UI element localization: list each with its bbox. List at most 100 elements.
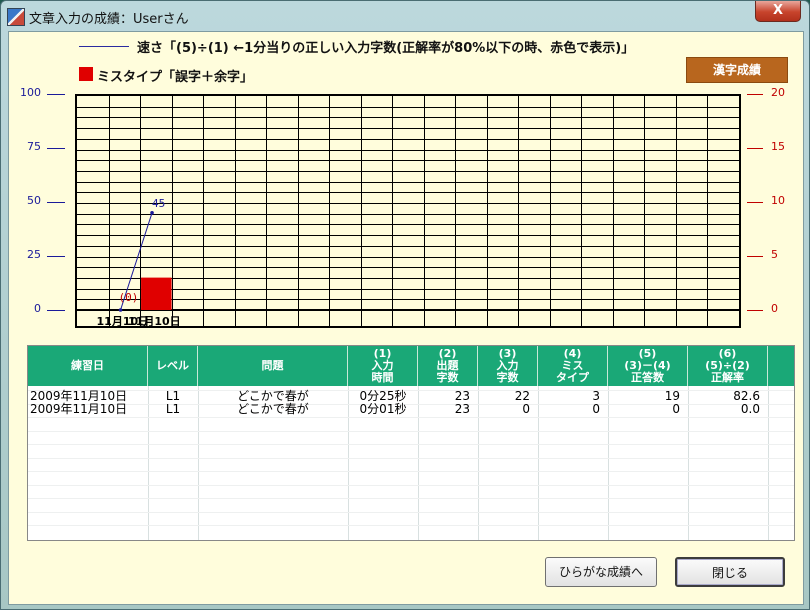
grid-line-h bbox=[77, 117, 739, 119]
column-header[interactable]: (6) (5)÷(2) 正解率 bbox=[688, 346, 768, 386]
column-header[interactable]: 問題 bbox=[198, 346, 348, 386]
y-left-tick-label: 25 bbox=[27, 248, 41, 261]
column-header[interactable]: (5) (3)－(4) 正答数 bbox=[608, 346, 688, 386]
y-left-tick bbox=[47, 94, 65, 95]
grid-line-v bbox=[549, 311, 551, 326]
table-row[interactable]: 2009年11月10日 L1 どこかで春が 0分01秒 23 0 0 0 0.0 bbox=[28, 403, 794, 416]
table-cell: 0 bbox=[592, 402, 600, 416]
y-right-tick bbox=[747, 148, 763, 149]
y-left-tick bbox=[47, 256, 65, 257]
column-header[interactable]: 練習日 bbox=[28, 346, 148, 386]
grid-line-h bbox=[77, 256, 739, 258]
grid-line-v bbox=[329, 96, 331, 309]
row-divider bbox=[28, 430, 794, 432]
app-icon bbox=[7, 8, 25, 26]
grid-line-v bbox=[486, 311, 488, 326]
grid-line-h bbox=[77, 288, 739, 290]
y-right-tick-label: 5 bbox=[771, 248, 778, 261]
grid-line-v bbox=[455, 96, 457, 309]
table-cell: 23 bbox=[454, 402, 470, 416]
row-divider bbox=[28, 511, 794, 513]
grid-line-h bbox=[77, 170, 739, 172]
grid-line-v bbox=[297, 311, 299, 326]
column-header-text: (5) (3)－(4) 正答数 bbox=[624, 347, 671, 384]
grid-line-v bbox=[675, 96, 677, 309]
column-header-text: レベル bbox=[156, 359, 189, 372]
grid-line-h bbox=[77, 267, 739, 269]
grid-line-v bbox=[140, 96, 142, 309]
table-header: 練習日 レベル 問題 (1) 入力 時間 (2) 出題 字数 (3) 入力 字数 (4) ミ… bbox=[28, 346, 794, 386]
column-header-text: (3) 入力 字数 bbox=[496, 347, 519, 384]
row-divider bbox=[28, 525, 794, 526]
miss-legend-text: ミスタイプ「誤字＋余字」 bbox=[97, 70, 254, 85]
title-bar[interactable]: 文章入力の成績：Userさん X bbox=[1, 1, 809, 31]
grid-line-v bbox=[455, 311, 457, 326]
y-right-tick-label: 15 bbox=[771, 140, 785, 153]
column-header[interactable]: (4) ミス タイプ bbox=[538, 346, 608, 386]
column-header[interactable]: (3) 入力 字数 bbox=[478, 346, 538, 386]
grid-line-v bbox=[612, 96, 614, 309]
y-left-tick bbox=[47, 148, 65, 149]
column-header[interactable]: (2) 出題 字数 bbox=[418, 346, 478, 386]
grid-line-h bbox=[77, 128, 739, 130]
grid-line-v bbox=[203, 311, 205, 326]
row-divider bbox=[28, 417, 794, 418]
column-header[interactable]: レベル bbox=[148, 346, 198, 386]
grid-line-v bbox=[360, 96, 362, 309]
y-left-tick-label: 0 bbox=[34, 302, 41, 315]
grid-line-v bbox=[171, 96, 173, 309]
y-right-tick bbox=[747, 256, 763, 257]
grid-line-v bbox=[581, 311, 583, 326]
column-header-text: (4) ミス タイプ bbox=[556, 347, 589, 384]
column-header-text: (1) 入力 時間 bbox=[371, 347, 394, 384]
grid-line-v bbox=[707, 96, 709, 309]
results-table: 練習日 レベル 問題 (1) 入力 時間 (2) 出題 字数 (3) 入力 字数 (4) ミ… bbox=[27, 345, 795, 541]
table-cell: 0.0 bbox=[740, 402, 760, 416]
grid-line-v bbox=[581, 96, 583, 309]
y-right-tick bbox=[747, 202, 763, 203]
column-header[interactable]: (1) 入力 時間 bbox=[348, 346, 418, 386]
grid-line-v bbox=[266, 96, 268, 309]
speed-legend-line bbox=[79, 46, 129, 47]
close-button[interactable]: 閉じる bbox=[675, 557, 785, 587]
grid-line-h bbox=[77, 106, 739, 108]
grid-line-h bbox=[77, 277, 739, 279]
grid-line-v bbox=[644, 311, 646, 326]
table-cell: L1 bbox=[165, 402, 181, 416]
grid-line-h bbox=[77, 245, 739, 247]
grid-line-h bbox=[77, 235, 739, 237]
close-window-button[interactable]: X bbox=[755, 1, 801, 22]
grid-line-h bbox=[77, 203, 739, 204]
column-header-text: 問題 bbox=[261, 359, 284, 372]
kanji-results-button[interactable]: 漢字成績 bbox=[686, 57, 788, 83]
column-header-text: (6) (5)÷(2) 正解率 bbox=[705, 347, 750, 384]
y-right-tick-label: 10 bbox=[771, 194, 785, 207]
y-left-tick-label: 100 bbox=[20, 86, 41, 99]
grid-line-v bbox=[329, 311, 331, 326]
window: 文章入力の成績：Userさん X 速さ「(5)÷(1) ←1分当りの正しい入力字… bbox=[0, 0, 810, 610]
table-cell: 0 bbox=[522, 402, 530, 416]
grid-line-h bbox=[77, 149, 739, 151]
y-left-tick-label: 75 bbox=[27, 140, 41, 153]
grid-line-v bbox=[612, 311, 614, 326]
grid-line-v bbox=[392, 311, 394, 326]
grid-line-h bbox=[77, 224, 739, 226]
column-header-text: (2) 出題 字数 bbox=[436, 347, 459, 384]
y-right-tick bbox=[747, 94, 763, 95]
y-right-tick-label: 20 bbox=[771, 86, 785, 99]
grid-line-v bbox=[234, 96, 236, 309]
y-left-tick-label: 50 bbox=[27, 194, 41, 207]
row-divider bbox=[28, 457, 794, 459]
grid-line-v bbox=[423, 96, 425, 309]
grid-line-v bbox=[707, 311, 709, 326]
hiragana-results-button[interactable]: ひらがな成績へ bbox=[545, 557, 657, 587]
grid-line-v bbox=[266, 311, 268, 326]
row-divider bbox=[28, 471, 794, 472]
grid-line-v bbox=[549, 96, 551, 309]
grid-line-v bbox=[423, 311, 425, 326]
grid-line-h bbox=[77, 181, 739, 183]
grid-line-v bbox=[486, 96, 488, 309]
grid-line-v bbox=[392, 96, 394, 309]
grid-line-v bbox=[644, 96, 646, 309]
grid-line-v bbox=[297, 96, 299, 309]
